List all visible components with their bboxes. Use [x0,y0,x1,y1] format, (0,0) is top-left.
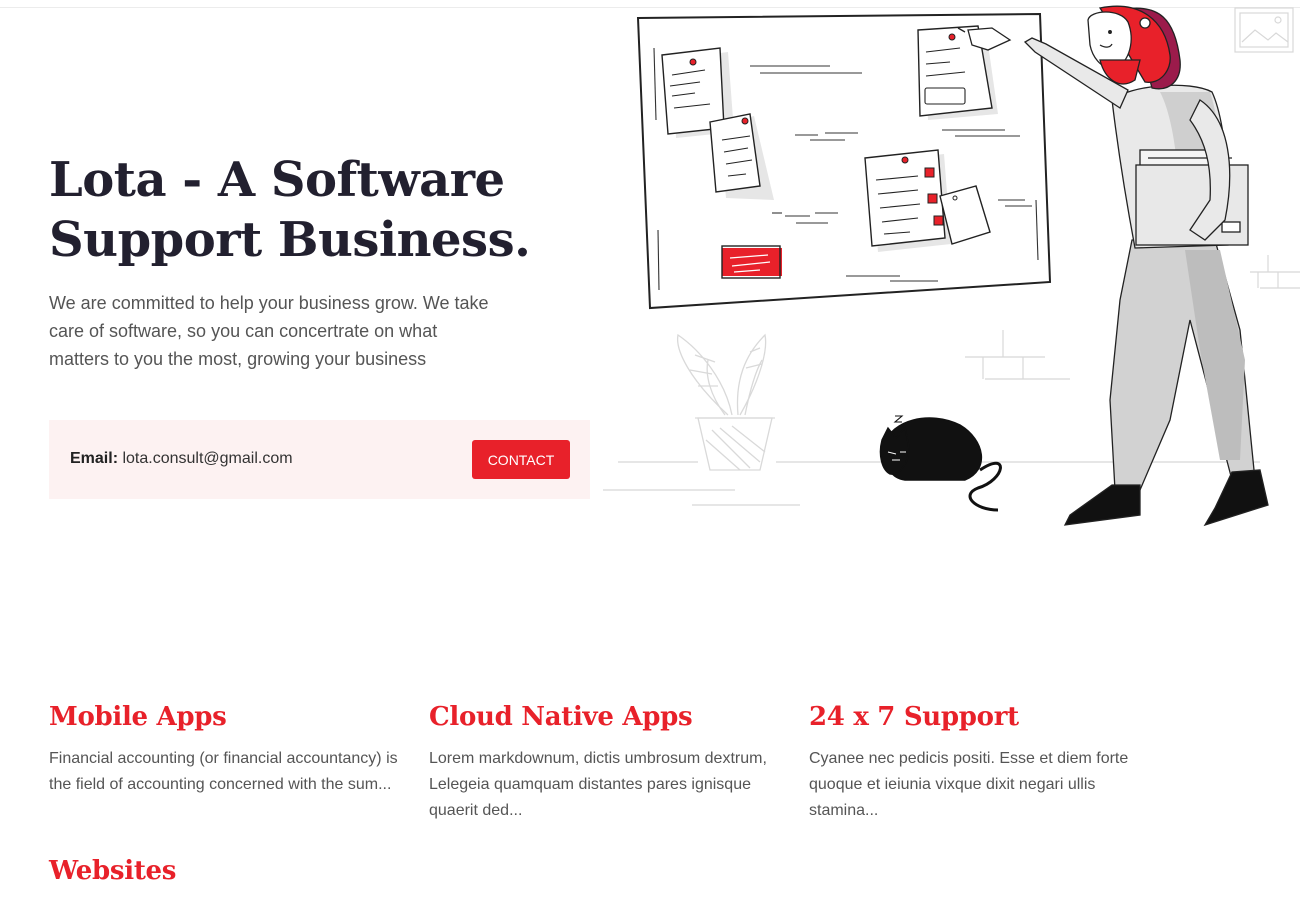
feature-websites: Websites [49,854,404,888]
email-value[interactable]: lota.consult@gmail.com [122,450,292,467]
feature-text: Financial accounting (or financial accou… [49,750,398,793]
hero-illustration [603,5,1300,527]
contact-box: Email: lota.consult@gmail.com CONTACT [49,420,590,499]
feature-title[interactable]: Mobile Apps [49,700,404,734]
feature-title[interactable]: 24 x 7 Support [809,700,1164,734]
feature-cloud-native-apps: Cloud Native Apps Lorem markdownum, dict… [429,700,784,824]
email-line: Email: lota.consult@gmail.com [70,450,293,468]
feature-title[interactable]: Cloud Native Apps [429,700,784,734]
feature-title[interactable]: Websites [49,854,404,888]
email-label: Email: [70,450,119,467]
feature-text: Cyanee nec pedicis positi. Esse et diem … [809,750,1129,819]
hero-title: Lota - A Software Support Business. [49,152,531,268]
feature-text: Lorem markdownum, dictis umbrosum dextru… [429,750,767,819]
contact-button[interactable]: CONTACT [472,440,570,479]
hero-description: We are committed to help your business g… [49,293,489,369]
feature-support: 24 x 7 Support Cyanee nec pedicis positi… [809,700,1164,824]
feature-mobile-apps: Mobile Apps Financial accounting (or fin… [49,700,404,798]
